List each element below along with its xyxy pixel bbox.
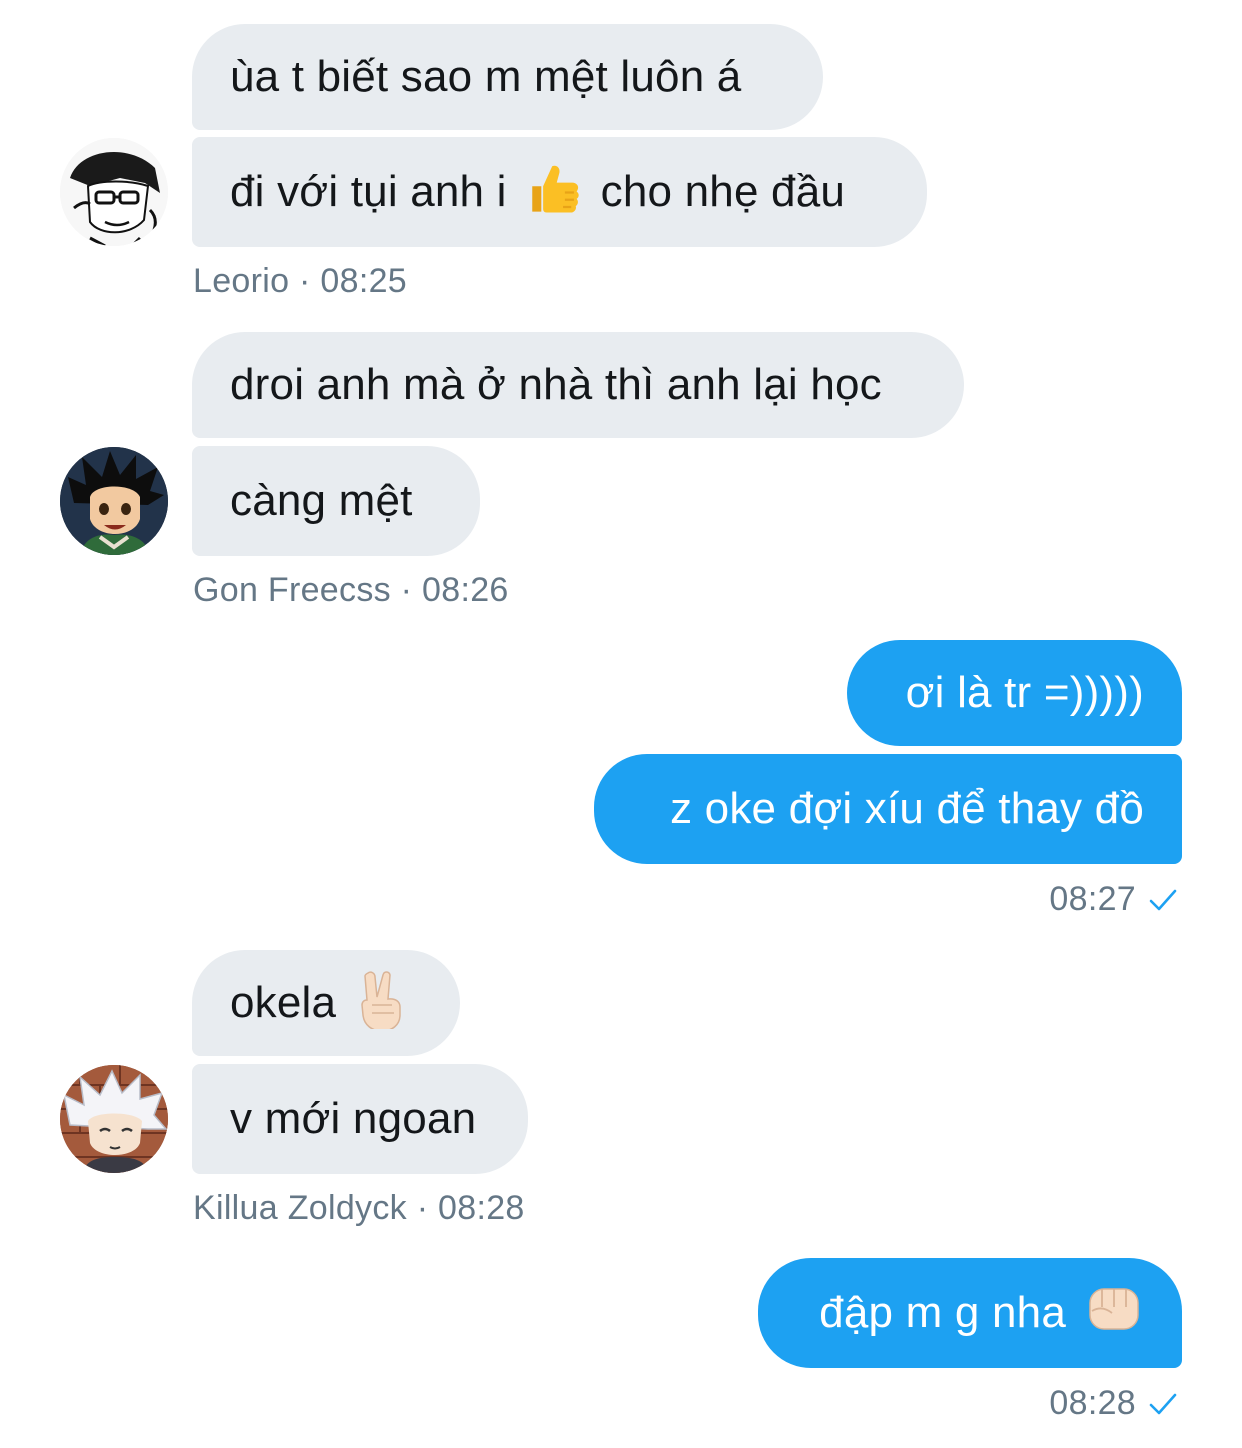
- avatar-leorio[interactable]: [60, 138, 168, 246]
- message-text: okela: [230, 978, 337, 1027]
- message-meta-outgoing: 08:28: [1049, 1384, 1178, 1423]
- message-bubble-incoming[interactable]: đi với tụi anh i cho nhẹ đầu: [192, 137, 927, 247]
- message-text: ơi là tr =))))): [905, 668, 1144, 717]
- message-time: 08:27: [1049, 880, 1136, 918]
- message-time: 08:28: [1049, 1384, 1136, 1422]
- avatar-killua-zoldyck[interactable]: [60, 1065, 168, 1173]
- message-text: đi với tụi anh i: [230, 167, 507, 216]
- message-bubble-incoming[interactable]: okela: [192, 950, 460, 1056]
- thumbs-up-icon: [525, 159, 583, 225]
- message-text: v mới ngoan: [230, 1094, 477, 1143]
- message-bubble-incoming[interactable]: ùa t biết sao m mệt luôn á: [192, 24, 823, 130]
- message-meta-killua-zoldyck: Killua Zoldyck · 08:28: [193, 1189, 525, 1227]
- message-bubble-outgoing[interactable]: z oke đợi xíu để thay đồ: [594, 754, 1182, 864]
- message-text: đập m g nha: [819, 1288, 1066, 1337]
- message-meta-outgoing: 08:27: [1049, 880, 1178, 919]
- message-bubble-outgoing[interactable]: đập m g nha: [758, 1258, 1182, 1368]
- victory-hand-icon: [354, 969, 410, 1037]
- message-meta-leorio: Leorio · 08:25: [193, 262, 408, 300]
- read-check-icon: [1148, 887, 1178, 913]
- message-bubble-incoming[interactable]: v mới ngoan: [192, 1064, 528, 1174]
- message-bubble-incoming[interactable]: càng mệt: [192, 446, 480, 556]
- message-bubble-outgoing[interactable]: ơi là tr =))))): [847, 640, 1182, 746]
- read-check-icon: [1148, 1391, 1178, 1417]
- avatar-gon-freecss[interactable]: [60, 447, 168, 555]
- message-text: càng mệt: [230, 476, 413, 525]
- message-text: ùa t biết sao m mệt luôn á: [230, 52, 742, 101]
- fist-bump-icon: [1084, 1281, 1144, 1345]
- message-text: z oke đợi xíu để thay đồ: [670, 784, 1144, 833]
- message-text: droi anh mà ở nhà thì anh lại học: [230, 360, 882, 409]
- message-bubble-incoming[interactable]: droi anh mà ở nhà thì anh lại học: [192, 332, 964, 438]
- message-text: cho nhẹ đầu: [600, 167, 846, 216]
- message-meta-gon-freecss: Gon Freecss · 08:26: [193, 571, 509, 609]
